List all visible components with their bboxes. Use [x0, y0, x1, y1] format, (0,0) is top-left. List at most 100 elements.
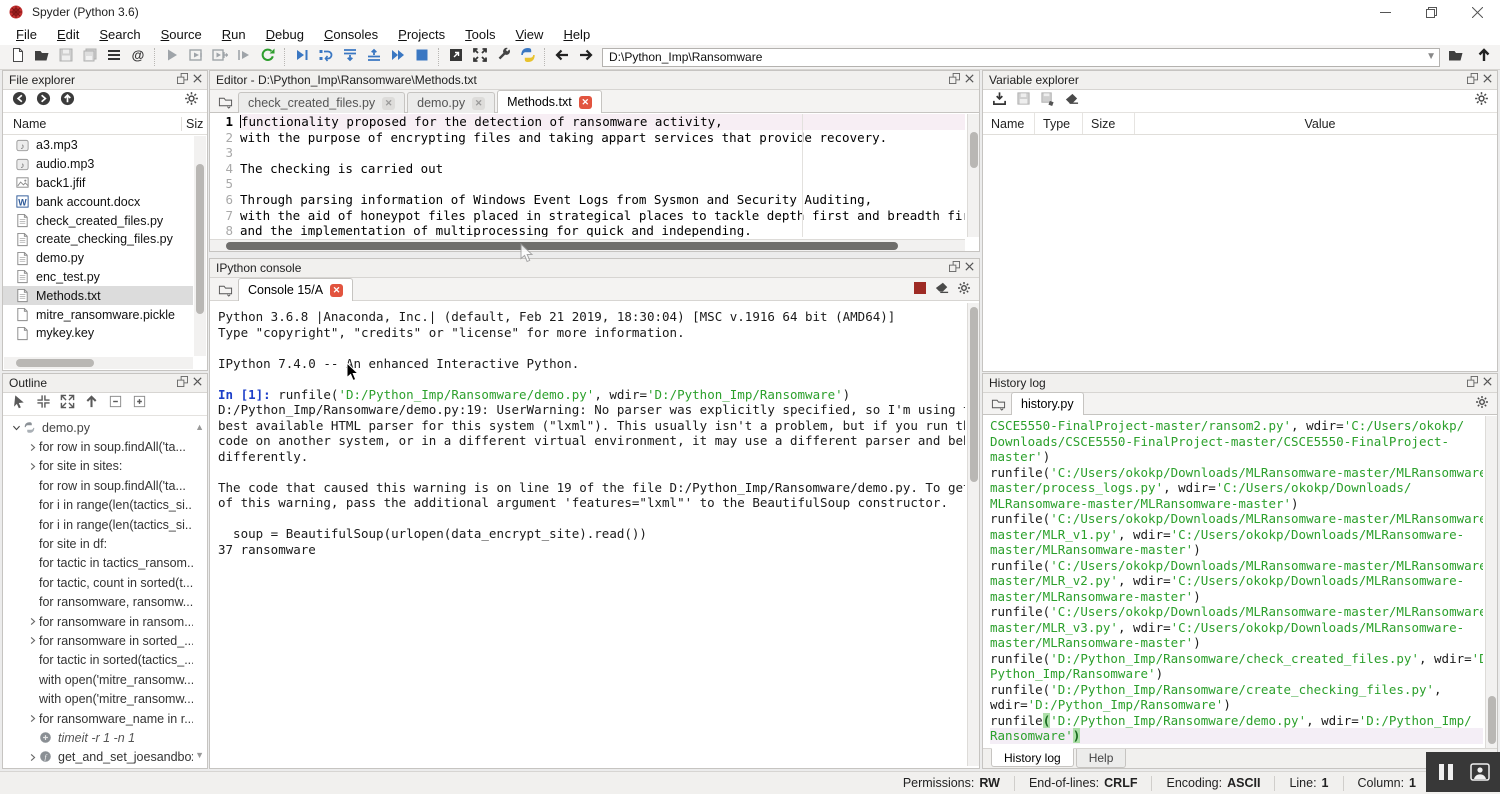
python-path-button[interactable]	[516, 46, 540, 68]
run-cell-button[interactable]	[184, 46, 208, 68]
undock-icon[interactable]	[1467, 374, 1478, 392]
clear-console-icon[interactable]	[935, 281, 949, 300]
file-list-hscrollbar[interactable]	[4, 357, 193, 369]
close-pane-icon[interactable]	[964, 71, 975, 89]
save-button[interactable]	[54, 46, 78, 68]
menu-consoles[interactable]: Consoles	[314, 25, 388, 44]
outline-item[interactable]: for ransomware, ransomw...	[3, 593, 193, 612]
file-switcher-button[interactable]	[102, 46, 126, 68]
eraser-button[interactable]	[1059, 90, 1083, 112]
working-directory-input[interactable]	[602, 48, 1440, 67]
collapse-sel-button[interactable]	[31, 393, 55, 415]
fx-prev-button[interactable]	[7, 90, 31, 112]
close-tab-icon[interactable]: ✕	[330, 284, 343, 297]
history-vscrollbar[interactable]	[1485, 416, 1497, 748]
column-header-size[interactable]: Siz	[181, 117, 207, 131]
expand-sel-button[interactable]	[55, 393, 79, 415]
import-data-button[interactable]	[987, 90, 1011, 112]
interrupt-kernel-icon[interactable]	[913, 281, 927, 300]
file-row[interactable]: Methods.txt	[3, 286, 193, 305]
outline-item[interactable]: demo.py	[3, 418, 193, 437]
editor-tab[interactable]: demo.py✕	[407, 92, 495, 113]
browse-tabs-icon[interactable]	[212, 278, 238, 300]
expander-icon[interactable]	[25, 461, 39, 472]
fx-parent-button[interactable]	[55, 90, 79, 112]
webcam-button[interactable]	[1467, 759, 1493, 785]
undock-icon[interactable]	[949, 259, 960, 277]
outline-item[interactable]: for i in range(len(tactics_si...	[3, 496, 193, 515]
console-content[interactable]: Python 3.6.8 |Anaconda, Inc.| (default, …	[210, 303, 965, 766]
debug-stop-button[interactable]	[410, 46, 434, 68]
fullscreen-button[interactable]	[468, 46, 492, 68]
close-tab-icon[interactable]: ✕	[472, 97, 485, 110]
run-cell-advance-button[interactable]	[208, 46, 232, 68]
menu-search[interactable]: Search	[89, 25, 150, 44]
bottom-tab-history-log[interactable]: History log	[991, 748, 1074, 767]
column-header-type[interactable]: Type	[1035, 113, 1083, 134]
file-row[interactable]: check_created_files.py	[3, 211, 193, 230]
column-header-size[interactable]: Size	[1083, 113, 1135, 134]
close-pane-icon[interactable]	[1482, 71, 1493, 89]
expander-icon[interactable]	[9, 422, 23, 433]
editor-content[interactable]: 1functionality proposed for the detectio…	[210, 114, 965, 237]
file-row[interactable]: ♪audio.mp3	[3, 155, 193, 174]
history-content[interactable]: CSCE5550-FinalProject-master/ransom2.py'…	[983, 416, 1483, 748]
maximize-pane-button[interactable]	[444, 46, 468, 68]
debug-continue-button[interactable]	[386, 46, 410, 68]
outline-item[interactable]: for row in soup.findAll('ta...	[3, 476, 193, 495]
outline-item[interactable]: for ransomware_name in r...	[3, 709, 193, 728]
scroll-up-icon[interactable]: ▲	[195, 422, 204, 432]
menu-view[interactable]: View	[505, 25, 553, 44]
console-tab[interactable]: Console 15/A✕	[238, 278, 353, 301]
close-pane-icon[interactable]	[192, 374, 203, 392]
outline-item[interactable]: for tactic in sorted(tactics_...	[3, 651, 193, 670]
close-button[interactable]	[1454, 0, 1500, 24]
go-up-button[interactable]	[79, 393, 103, 415]
browse-tabs-icon[interactable]	[212, 90, 238, 112]
menu-tools[interactable]: Tools	[455, 25, 505, 44]
chevron-down-icon[interactable]: ▼	[1426, 51, 1436, 62]
debug-button[interactable]	[290, 46, 314, 68]
menu-edit[interactable]: Edit	[47, 25, 89, 44]
pause-recording-button[interactable]	[1433, 759, 1459, 785]
history-file-tab[interactable]: history.py	[1011, 392, 1084, 415]
symbol-finder-button[interactable]: @	[126, 46, 150, 68]
browse-tabs-icon[interactable]	[985, 392, 1011, 414]
outline-item[interactable]: for tactic in tactics_ransom...	[3, 554, 193, 573]
file-list-vscrollbar[interactable]	[194, 136, 206, 356]
debug-step-button[interactable]	[314, 46, 338, 68]
save-data-button[interactable]	[1011, 90, 1035, 112]
file-row[interactable]: Wbank account.docx	[3, 192, 193, 211]
open-file-button[interactable]	[30, 46, 54, 68]
minimize-button[interactable]	[1362, 0, 1408, 24]
scroll-down-icon[interactable]: ▼	[195, 750, 204, 760]
file-row[interactable]: ♪a3.mp3	[3, 136, 193, 155]
menu-help[interactable]: Help	[553, 25, 600, 44]
outline-item[interactable]: timeit -r 1 -n 1	[3, 728, 193, 747]
column-header-name[interactable]: Name	[3, 117, 181, 131]
outline-item[interactable]: fget_and_set_joesandbox	[3, 748, 193, 766]
expander-icon[interactable]	[25, 713, 39, 724]
restore-button[interactable]	[1408, 0, 1454, 24]
menu-debug[interactable]: Debug	[256, 25, 314, 44]
outline-item[interactable]: for site in sites:	[3, 457, 193, 476]
column-header-name[interactable]: Name	[983, 113, 1035, 134]
options-gear-button[interactable]	[1469, 90, 1493, 112]
outline-item[interactable]: for ransomware in ransom...	[3, 612, 193, 631]
options-gear-icon[interactable]	[957, 281, 971, 300]
back-button[interactable]	[550, 46, 574, 68]
options-gear-button[interactable]	[179, 90, 203, 112]
options-gear-icon[interactable]	[1475, 395, 1489, 414]
console-vscrollbar[interactable]	[967, 303, 979, 766]
file-row[interactable]: mykey.key	[3, 324, 193, 343]
expander-icon[interactable]	[25, 635, 39, 646]
menu-run[interactable]: Run	[212, 25, 256, 44]
file-row[interactable]: demo.py	[3, 249, 193, 268]
expander-icon[interactable]	[25, 752, 39, 763]
browse-folder-button[interactable]	[1444, 46, 1468, 68]
save-all-button[interactable]	[78, 46, 102, 68]
expander-icon[interactable]	[25, 616, 39, 627]
file-row[interactable]: create_checking_files.py	[3, 230, 193, 249]
debug-step-out-button[interactable]	[362, 46, 386, 68]
editor-tab[interactable]: Methods.txt✕	[497, 90, 602, 113]
